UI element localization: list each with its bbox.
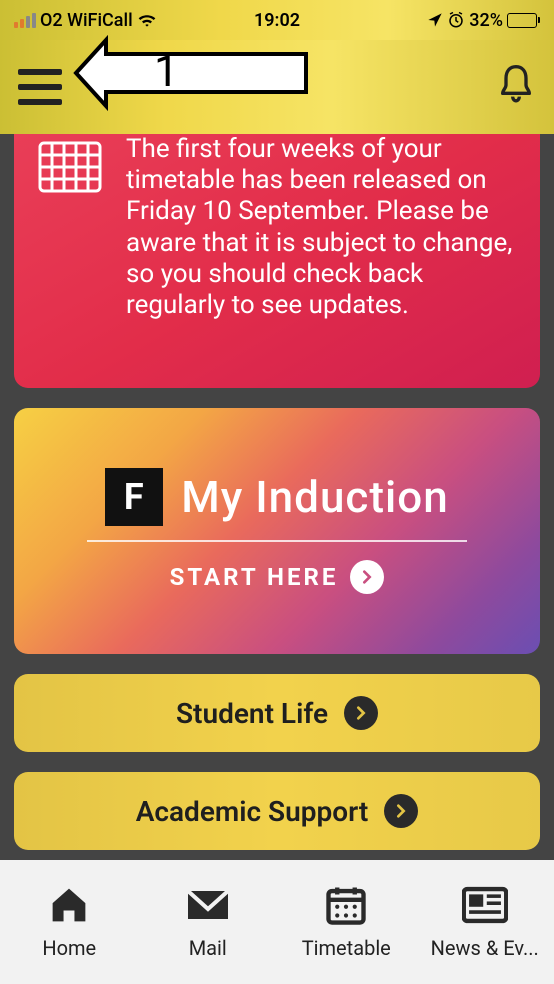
nav-news[interactable]: News & Ev... [416, 860, 554, 984]
chevron-right-icon [384, 794, 418, 828]
calendar-grid-icon [38, 134, 118, 364]
nav-timetable[interactable]: Timetable [277, 860, 416, 984]
carrier-label: O2 WiFiCall [40, 10, 133, 31]
bell-icon [496, 63, 536, 107]
academic-support-label: Academic Support [136, 795, 369, 828]
my-induction-card[interactable]: F My Induction START HERE [14, 408, 540, 654]
nav-home[interactable]: Home [0, 860, 139, 984]
induction-cta: START HERE [170, 563, 339, 591]
status-time: 19:02 [254, 10, 300, 31]
induction-title-row: F My Induction [105, 468, 448, 526]
battery-pct: 32% [469, 10, 503, 31]
status-right: 32% [427, 10, 540, 31]
status-bar: O2 WiFiCall 19:02 32% [0, 0, 554, 40]
nav-news-label: News & Ev... [431, 936, 539, 960]
student-life-label: Student Life [176, 697, 328, 730]
nav-mail-label: Mail [189, 936, 227, 960]
calendar-icon [325, 884, 367, 926]
chevron-right-icon [350, 560, 384, 594]
home-icon [47, 885, 91, 925]
signal-icon [14, 13, 36, 28]
induction-badge: F [105, 468, 163, 526]
chevron-right-icon [344, 696, 378, 730]
timetable-notice-text: The first four weeks of your timetable h… [118, 134, 516, 364]
student-life-card[interactable]: Student Life [14, 674, 540, 752]
induction-title: My Induction [181, 471, 448, 523]
alarm-icon [447, 11, 465, 29]
content-area: The first four weeks of your timetable h… [0, 134, 554, 860]
location-icon [427, 12, 443, 28]
nav-home-label: Home [42, 936, 96, 960]
status-left: O2 WiFiCall [14, 10, 157, 31]
top-nav [0, 40, 554, 134]
academic-support-card[interactable]: Academic Support [14, 772, 540, 850]
wifi-icon [137, 12, 157, 28]
menu-button[interactable] [18, 69, 62, 105]
induction-divider [87, 540, 467, 542]
nav-mail[interactable]: Mail [139, 860, 278, 984]
notifications-button[interactable] [496, 63, 536, 111]
news-icon [462, 886, 508, 924]
mail-icon [184, 887, 232, 923]
timetable-notice-card[interactable]: The first four weeks of your timetable h… [14, 134, 540, 388]
nav-timetable-label: Timetable [302, 936, 391, 960]
battery-icon [507, 13, 540, 28]
bottom-nav: Home Mail Timetable [0, 860, 554, 984]
induction-start-row: START HERE [170, 560, 385, 594]
